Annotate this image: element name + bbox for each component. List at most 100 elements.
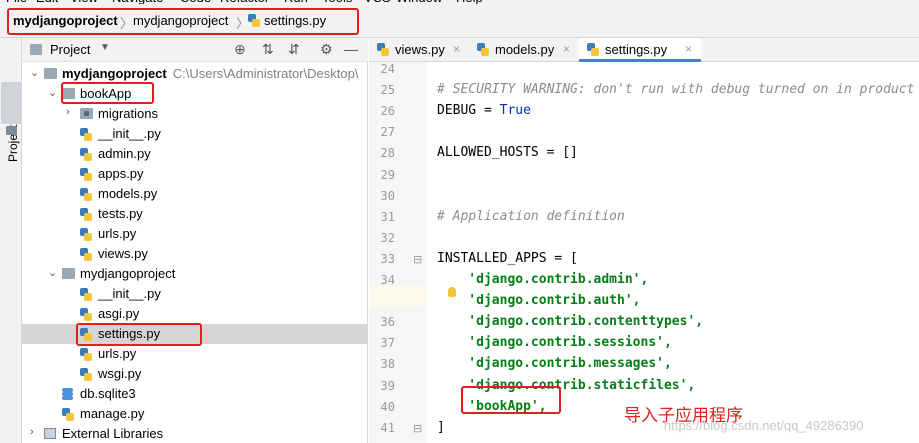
tree-item[interactable]: urls.py [22,344,368,364]
lightbulb-icon[interactable] [448,287,456,297]
chevron-down-icon[interactable]: ⌄ [48,266,58,279]
project-panel-header: Project ▼ ⊕ ⇅ ⇵ ⚙ — [22,38,368,62]
tree-item-name: asgi.py [98,306,140,321]
tab-label: settings.py [605,42,668,57]
library-icon [44,428,56,439]
python-file-icon [377,43,389,56]
tree-item-name: mydjangoproject [62,66,167,81]
code-text: 'django.contrib.admin', [437,272,649,287]
editor-tab[interactable]: models.py × [469,38,579,62]
tree-item-name: migrations [98,106,158,121]
chevron-down-icon[interactable]: ▼ [100,42,110,53]
gear-icon[interactable]: ⚙ [320,41,333,58]
tree-item-name: tests.py [98,206,143,221]
tree-item-label: mydjangoproject [80,266,175,281]
chevron-down-icon[interactable]: ⌄ [30,66,40,79]
chevron-right-icon[interactable]: › [30,426,40,438]
tree-item[interactable]: ⌄ mydjangoproject C:\Users\Administrator\D… [22,64,368,84]
package-folder-icon [80,108,93,119]
line-number: 40 [380,399,395,414]
tree-item-label: __init__.py [98,286,161,301]
editor-tabs: views.py × models.py × settings.py × [369,38,919,62]
tree-item-label: apps.py [98,166,144,181]
minimize-icon[interactable]: — [344,41,358,57]
tree-item[interactable]: db.sqlite3 [22,384,368,404]
chevron-down-icon[interactable]: ⌄ [48,86,58,99]
line-number: 26 [380,104,395,119]
code-text: # SECURITY WARNING: don't run with debug… [437,82,915,98]
line-number: 32 [380,230,395,245]
close-icon[interactable]: × [685,42,692,56]
tree-item[interactable]: › External Libraries [22,424,368,443]
editor-tab[interactable]: views.py × [369,38,469,62]
tree-item-name: wsgi.py [98,366,142,381]
tree-item[interactable]: models.py [22,184,368,204]
close-icon[interactable]: × [563,42,570,56]
tree-item[interactable]: manage.py [22,404,368,424]
tree-item-label: wsgi.py [98,366,141,381]
code-line: DEBUG = True [437,103,531,118]
code-line: 'django.contrib.contenttypes', [437,314,703,329]
code-text: ] [437,419,445,435]
tree-item-label: views.py [98,246,148,261]
line-number: 29 [380,167,395,182]
line-number: 38 [380,357,395,372]
tree-item[interactable]: apps.py [22,164,368,184]
fold-icon[interactable]: ⊟ [413,253,422,266]
collapse-all-icon[interactable]: ⇵ [288,41,300,58]
chevron-right-icon[interactable]: › [66,106,76,118]
tree-item[interactable]: wsgi.py [22,364,368,384]
tree-item-label: tests.py [98,206,143,221]
tree-item[interactable]: ⌄ mydjangoproject [22,264,368,284]
tab-label: models.py [495,42,555,57]
code-text: DEBUG = True [437,103,531,119]
tree-item-label: asgi.py [98,306,139,321]
tree-item-label: migrations [98,106,158,121]
code-line: ALLOWED_HOSTS = [] [437,145,578,160]
tree-item-name: admin.py [98,146,151,161]
tree-item-label: urls.py [98,346,136,361]
tree-item[interactable]: asgi.py [22,304,368,324]
project-panel-title[interactable]: Project [50,42,90,57]
line-number: 34 [380,273,395,287]
line-number: 27 [380,125,395,140]
tree-item[interactable]: urls.py [22,224,368,244]
close-icon[interactable]: × [453,42,460,56]
code-line: 'django.contrib.admin', [437,272,648,287]
tree-item[interactable]: views.py [22,244,368,264]
tree-item-name: External Libraries [62,426,164,441]
fold-icon[interactable]: ⊟ [413,422,422,435]
code-text: 'django.contrib.contenttypes', [437,314,704,330]
code-text: 'django.contrib.sessions', [437,335,672,351]
crosshair-icon[interactable]: ⊕ [234,41,246,58]
line-number: 31 [380,209,395,224]
code-text: # Application definition [437,208,625,224]
tree-item-label: External Libraries [62,426,163,441]
tab-label: views.py [395,42,445,57]
tree-item-name: __init__.py [98,286,161,301]
tree-item[interactable]: › migrations [22,104,368,124]
tree-item-name: manage.py [80,406,145,421]
watermark: https://blog.csdn.net/qq_49286390 [664,418,864,433]
tree-item[interactable]: admin.py [22,144,368,164]
tree-item[interactable]: tests.py [22,204,368,224]
tree-item-name: db.sqlite3 [80,386,136,401]
code-line: 'django.contrib.messages', [437,356,672,371]
folder-icon [6,126,17,135]
breadcrumb-highlight-box [7,8,359,35]
line-number: 30 [380,188,395,203]
code-text: 'django.contrib.auth', [437,293,641,309]
tree-item[interactable]: __init__.py [22,284,368,304]
line-number: 39 [380,378,395,393]
expand-all-icon[interactable]: ⇅ [262,41,274,58]
line-number: 28 [380,146,395,161]
project-tool-button[interactable]: Project [1,82,21,162]
editor-tab[interactable]: settings.py × [579,38,701,62]
tree-item[interactable]: __init__.py [22,124,368,144]
tree-item-label: manage.py [80,406,144,421]
line-number: 24 [380,62,395,76]
folder-icon [62,268,75,279]
tree-item-name: urls.py [98,346,137,361]
tree-item-label: admin.py [98,146,151,161]
tree-item-path: C:\Users\Administrator\Desktop\ [172,66,359,81]
